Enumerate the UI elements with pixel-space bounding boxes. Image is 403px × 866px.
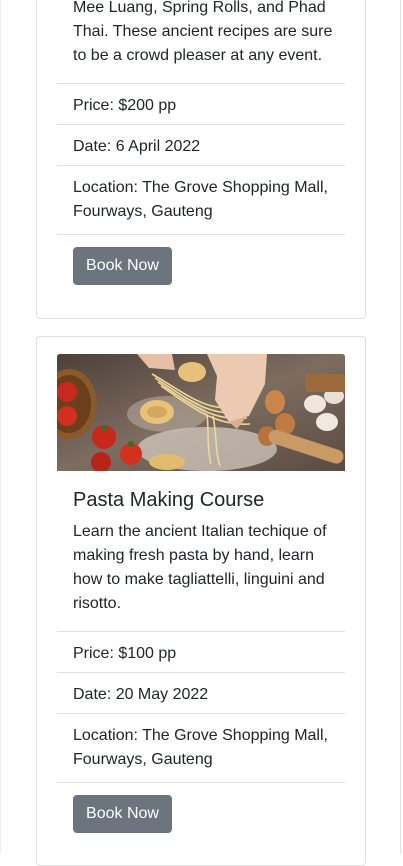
location-item: Location: The Grove Shopping Mall, Fourw… xyxy=(57,165,345,235)
price-item: Price: $100 pp xyxy=(57,631,345,676)
card-description: Learn the ancient Italian techique of ma… xyxy=(73,523,327,612)
course-card: Mee Luang, Spring Rolls, and Phad Thai. … xyxy=(36,0,366,319)
card-title: Pasta Making Course xyxy=(73,489,265,511)
card-description: Mee Luang, Spring Rolls, and Phad Thai. … xyxy=(73,0,333,64)
pasta-image xyxy=(57,354,345,471)
price-item: Price: $200 pp xyxy=(57,83,345,128)
date-item: Date: 20 May 2022 xyxy=(57,672,345,717)
location-item: Location: The Grove Shopping Mall, Fourw… xyxy=(57,713,345,783)
course-card: Pasta Making Course Learn the ancient It… xyxy=(36,336,366,866)
date-item: Date: 6 April 2022 xyxy=(57,124,345,169)
book-now-button[interactable]: Book Now xyxy=(73,795,172,833)
book-now-button[interactable]: Book Now xyxy=(73,247,172,285)
